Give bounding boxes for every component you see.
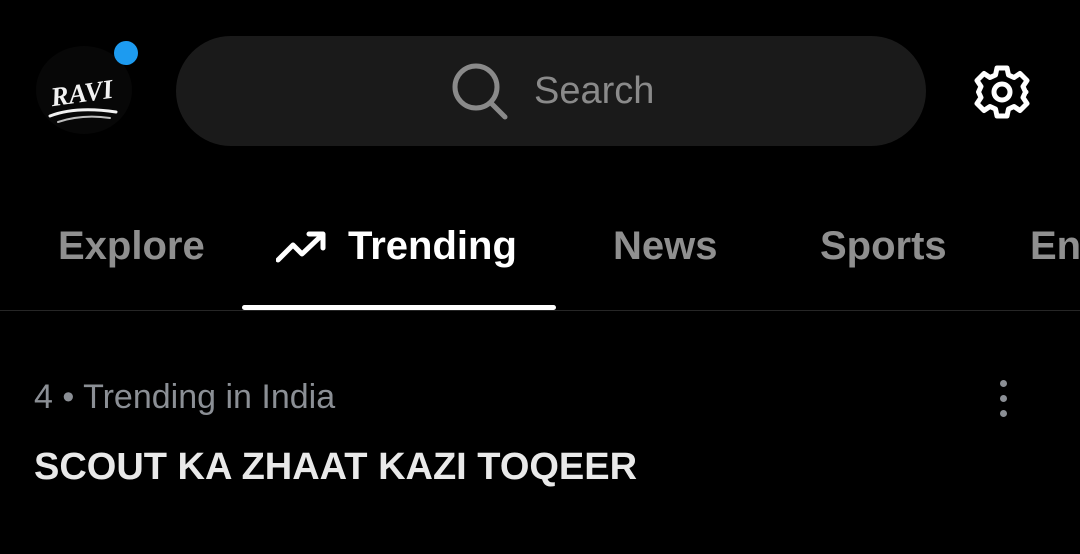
- explore-page: RAVI Search Explore Trending News Sports…: [0, 0, 1080, 554]
- search-placeholder: Search: [534, 70, 655, 112]
- tab-bar: Explore Trending News Sports Ent: [0, 180, 1080, 310]
- trend-title[interactable]: SCOUT KA ZHAAT KAZI TOQEER: [34, 443, 637, 491]
- more-vertical-icon[interactable]: [988, 378, 1018, 420]
- trend-context: 4 • Trending in India: [34, 378, 336, 416]
- gear-icon[interactable]: [972, 62, 1032, 122]
- avatar-text: RAVI: [48, 74, 117, 113]
- tab-news-label: News: [613, 224, 718, 268]
- search-icon: [452, 63, 508, 120]
- trending-arrow-icon: [276, 231, 326, 263]
- tab-explore-label: Explore: [58, 224, 205, 268]
- notification-dot: [114, 41, 138, 65]
- tab-entertainment-label: Ent: [1030, 224, 1080, 268]
- divider: [0, 310, 1080, 311]
- tab-trending-label: Trending: [348, 224, 517, 268]
- tab-entertainment[interactable]: Ent: [1030, 220, 1080, 272]
- tab-news[interactable]: News: [613, 220, 718, 272]
- tab-explore[interactable]: Explore: [58, 220, 205, 272]
- tab-sports-label: Sports: [820, 224, 947, 268]
- tab-sports[interactable]: Sports: [820, 220, 947, 272]
